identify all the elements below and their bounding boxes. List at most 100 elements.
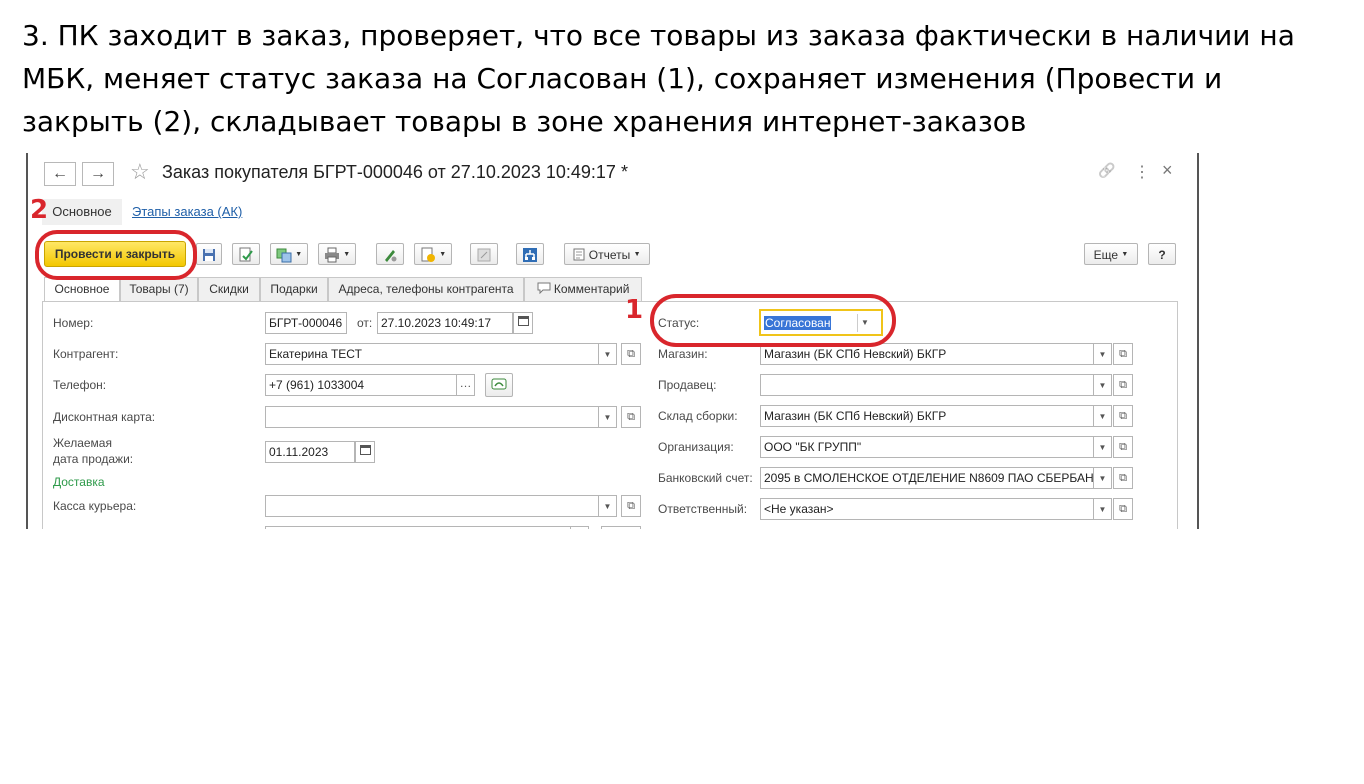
organization-open-button[interactable]: ⧉ xyxy=(1113,436,1133,458)
courier-cash-field[interactable] xyxy=(265,495,599,517)
reports-button[interactable]: Отчеты ▼ xyxy=(564,243,650,265)
organization-label: Организация: xyxy=(658,440,734,454)
organization-field[interactable]: ООО "БК ГРУПП" xyxy=(760,436,1094,458)
bank-account-field[interactable]: 2095 в СМОЛЕНСКОЕ ОТДЕЛЕНИЕ N8609 ПАО СБ… xyxy=(760,467,1094,489)
store-open-button[interactable]: ⧉ xyxy=(1113,343,1133,365)
chevron-down-icon: ▼ xyxy=(343,251,351,258)
seller-dropdown[interactable]: ▼ xyxy=(1094,374,1112,396)
assembly-warehouse-open-button[interactable]: ⧉ xyxy=(1113,405,1133,427)
courier-cash-open-button[interactable]: ⧉ xyxy=(621,495,641,517)
structure-icon xyxy=(523,248,537,262)
favorite-star-icon[interactable]: ☆ xyxy=(130,159,150,185)
forward-button[interactable]: → xyxy=(82,162,114,186)
open-icon: ⧉ xyxy=(627,411,635,423)
main-tab-panel: Номер: БГРТ-000046 от: 27.10.2023 10:49:… xyxy=(42,301,1178,529)
counterparty-label: Контрагент: xyxy=(53,347,119,361)
responsible-dropdown[interactable]: ▼ xyxy=(1094,498,1112,520)
reports-label: Отчеты xyxy=(588,248,631,262)
discount-card-field[interactable] xyxy=(265,406,599,428)
annotation-number-2: 2 xyxy=(30,195,49,225)
tab-gifts[interactable]: Подарки xyxy=(260,277,328,301)
post-button[interactable] xyxy=(232,243,260,265)
attachments-button[interactable]: ▼ xyxy=(414,243,452,265)
seller-open-button[interactable]: ⧉ xyxy=(1113,374,1133,396)
call-button[interactable] xyxy=(485,373,513,397)
desired-date-label-line2: дата продажи: xyxy=(53,452,134,466)
seller-label: Продавец: xyxy=(658,378,717,392)
responsible-label: Ответственный: xyxy=(658,502,748,516)
open-icon: ⧉ xyxy=(627,348,635,360)
annotation-oval-post-button xyxy=(35,230,197,280)
next-field-button[interactable] xyxy=(601,526,641,529)
tab-goods[interactable]: Товары (7) xyxy=(120,277,198,301)
desired-date-field[interactable]: 01.11.2023 xyxy=(265,441,355,463)
phone-select-button[interactable]: … xyxy=(457,374,475,396)
next-field-partial[interactable] xyxy=(265,526,571,529)
counterparty-dropdown[interactable]: ▼ xyxy=(599,343,617,365)
tab-main[interactable]: Основное xyxy=(44,277,120,302)
discount-card-dropdown[interactable]: ▼ xyxy=(599,406,617,428)
calendar-button[interactable] xyxy=(513,312,533,334)
chevron-down-icon: ▼ xyxy=(295,251,303,258)
open-icon: ⧉ xyxy=(1119,410,1127,422)
bank-account-label: Банковский счет: xyxy=(658,471,753,485)
create-based-on-button[interactable]: ▼ xyxy=(270,243,308,265)
create-based-on-icon xyxy=(276,248,292,263)
open-icon: ⧉ xyxy=(1119,379,1127,391)
save-button[interactable] xyxy=(196,243,222,265)
bank-account-dropdown[interactable]: ▼ xyxy=(1094,467,1112,489)
note-icon xyxy=(477,248,491,262)
annotation-oval-status xyxy=(650,294,896,347)
form-tab-main[interactable]: Основное xyxy=(42,199,122,225)
assembly-warehouse-label: Склад сборки: xyxy=(658,409,738,423)
store-label: Магазин: xyxy=(658,347,708,361)
responsible-field[interactable]: <Не указан> xyxy=(760,498,1094,520)
close-icon[interactable]: × xyxy=(1162,160,1173,181)
annotation-number-1: 1 xyxy=(625,295,644,325)
forward-arrow-icon: → xyxy=(90,165,106,182)
edit-button[interactable] xyxy=(376,243,404,265)
form-tab-order-stages[interactable]: Этапы заказа (АК) xyxy=(132,199,242,225)
next-field-dropdown[interactable] xyxy=(571,526,589,529)
order-window: ← → ☆ Заказ покупателя БГРТ-000046 от 27… xyxy=(26,153,1199,529)
assembly-warehouse-field[interactable]: Магазин (БК СПб Невский) БКГР xyxy=(760,405,1094,427)
calendar-icon xyxy=(517,316,529,326)
instruction-caption: 3. ПК заходит в заказ, проверяет, что вс… xyxy=(22,19,1295,138)
chevron-down-icon: ▼ xyxy=(633,251,641,258)
structure-button[interactable] xyxy=(516,243,544,265)
back-button[interactable]: ← xyxy=(44,162,76,186)
seller-field[interactable] xyxy=(760,374,1094,396)
more-menu-icon[interactable]: ⋮ xyxy=(1134,162,1150,182)
report-icon xyxy=(573,248,585,261)
open-icon: ⧉ xyxy=(627,500,635,512)
back-arrow-icon: ← xyxy=(52,165,68,182)
bank-account-open-button[interactable]: ⧉ xyxy=(1113,467,1133,489)
phone-field[interactable]: +7 (961) 1033004 xyxy=(265,374,457,396)
open-icon: ⧉ xyxy=(1119,348,1127,360)
tab-comment-label: Комментарий xyxy=(553,282,630,296)
delivery-section-link[interactable]: Доставка xyxy=(53,475,105,489)
responsible-open-button[interactable]: ⧉ xyxy=(1113,498,1133,520)
date-field[interactable]: 27.10.2023 10:49:17 xyxy=(377,312,513,334)
link-icon[interactable]: 🔗 xyxy=(1098,162,1115,179)
help-button[interactable]: ? xyxy=(1148,243,1176,265)
window-title: Заказ покупателя БГРТ-000046 от 27.10.20… xyxy=(162,162,628,182)
desired-date-calendar-button[interactable] xyxy=(355,441,375,463)
desired-date-label: Желаемая xyxy=(53,436,112,450)
tab-addresses[interactable]: Адреса, телефоны контрагента xyxy=(328,277,524,301)
counterparty-open-button[interactable]: ⧉ xyxy=(621,343,641,365)
store-dropdown[interactable]: ▼ xyxy=(1094,343,1112,365)
open-icon: ⧉ xyxy=(1119,503,1127,515)
more-actions-button[interactable]: Еще ▼ xyxy=(1084,243,1138,265)
organization-dropdown[interactable]: ▼ xyxy=(1094,436,1112,458)
number-field[interactable]: БГРТ-000046 xyxy=(265,312,347,334)
discount-card-open-button[interactable]: ⧉ xyxy=(621,406,641,428)
comment-icon xyxy=(537,282,551,295)
open-icon: ⧉ xyxy=(1119,472,1127,484)
courier-cash-dropdown[interactable]: ▼ xyxy=(599,495,617,517)
assembly-warehouse-dropdown[interactable]: ▼ xyxy=(1094,405,1112,427)
print-button[interactable]: ▼ xyxy=(318,243,356,265)
tab-discounts[interactable]: Скидки xyxy=(198,277,260,301)
note-button[interactable] xyxy=(470,243,498,265)
counterparty-field[interactable]: Екатерина ТЕСТ xyxy=(265,343,599,365)
